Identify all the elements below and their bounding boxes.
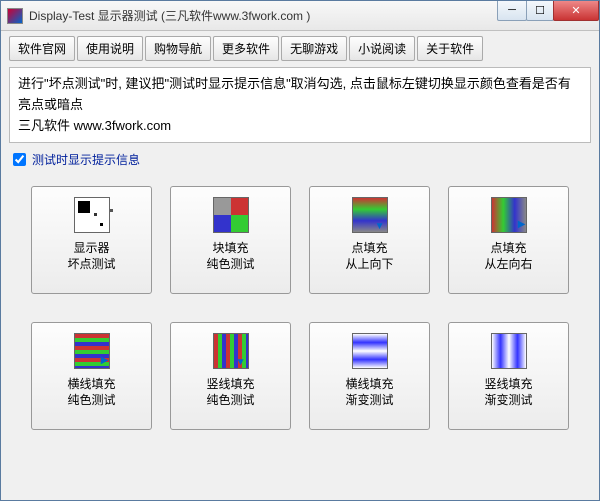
test-label: 点填充 从左向右 [484, 241, 532, 272]
test-label: 点填充 从上向下 [345, 241, 393, 272]
toolbar-shopping[interactable]: 购物导航 [145, 36, 211, 61]
test-label: 竖线填充 纯色测试 [206, 377, 254, 408]
dot-right-icon [491, 197, 527, 233]
window-controls: ─ ☐ ✕ [498, 1, 599, 21]
test-hline-solid[interactable]: 横线填充 纯色测试 [31, 322, 152, 430]
info-text-1: 进行"坏点测试"时, 建议把"测试时显示提示信息"取消勾选, 点击鼠标左键切换显… [18, 74, 582, 116]
test-vline-solid[interactable]: 竖线填充 纯色测试 [170, 322, 291, 430]
toolbar-more[interactable]: 更多软件 [213, 36, 279, 61]
show-hint-checkbox[interactable] [13, 153, 26, 166]
info-panel: 进行"坏点测试"时, 建议把"测试时显示提示信息"取消勾选, 点击鼠标左键切换显… [9, 67, 591, 143]
show-hint-label: 测试时显示提示信息 [32, 151, 140, 168]
test-dot-leftright[interactable]: 点填充 从左向右 [448, 186, 569, 294]
test-label: 块填充 纯色测试 [206, 241, 254, 272]
info-text-2: 三凡软件 www.3fwork.com [18, 116, 582, 137]
titlebar: Display-Test 显示器测试 (三凡软件www.3fwork.com )… [1, 1, 599, 31]
test-bad-pixel[interactable]: 显示器 坏点测试 [31, 186, 152, 294]
show-hint-row: 测试时显示提示信息 [1, 149, 599, 174]
maximize-button[interactable]: ☐ [526, 1, 554, 21]
toolbar-manual[interactable]: 使用说明 [77, 36, 143, 61]
vline-solid-icon [213, 333, 249, 369]
app-icon [7, 8, 23, 24]
test-grid: 显示器 坏点测试 块填充 纯色测试 点填充 从上向下 点填充 从左向右 横线填充… [1, 174, 599, 450]
toolbar-novels[interactable]: 小说阅读 [349, 36, 415, 61]
window-title: Display-Test 显示器测试 (三凡软件www.3fwork.com ) [29, 7, 498, 24]
toolbar-about[interactable]: 关于软件 [417, 36, 483, 61]
close-button[interactable]: ✕ [553, 1, 599, 21]
test-label: 竖线填充 渐变测试 [484, 377, 532, 408]
vline-grad-icon [491, 333, 527, 369]
dot-down-icon [352, 197, 388, 233]
hline-grad-icon [352, 333, 388, 369]
test-hline-grad[interactable]: 横线填充 渐变测试 [309, 322, 430, 430]
block-fill-icon [213, 197, 249, 233]
test-label: 横线填充 纯色测试 [67, 377, 115, 408]
hline-solid-icon [74, 333, 110, 369]
toolbar-games[interactable]: 无聊游戏 [281, 36, 347, 61]
toolbar-website[interactable]: 软件官网 [9, 36, 75, 61]
test-label: 横线填充 渐变测试 [345, 377, 393, 408]
test-vline-grad[interactable]: 竖线填充 渐变测试 [448, 322, 569, 430]
test-block-solid[interactable]: 块填充 纯色测试 [170, 186, 291, 294]
app-window: Display-Test 显示器测试 (三凡软件www.3fwork.com )… [0, 0, 600, 501]
bad-pixel-icon [74, 197, 110, 233]
test-label: 显示器 坏点测试 [67, 241, 115, 272]
toolbar: 软件官网 使用说明 购物导航 更多软件 无聊游戏 小说阅读 关于软件 [1, 31, 599, 65]
test-dot-topdown[interactable]: 点填充 从上向下 [309, 186, 430, 294]
minimize-button[interactable]: ─ [497, 1, 527, 21]
